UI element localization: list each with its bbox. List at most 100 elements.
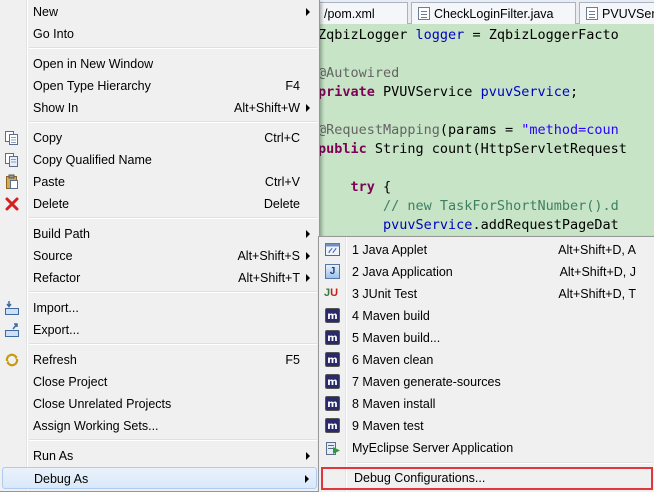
menu-item-shortcut: Ctrl+C [264, 131, 300, 145]
code-line: public String count(HttpServletRequest [318, 140, 627, 158]
menu-item-label: Refactor [33, 271, 81, 285]
tab-label: CheckLoginFilter.java [434, 6, 554, 21]
menu-item-copy[interactable]: Copy Ctrl+C [2, 127, 317, 149]
code-token: // new TaskForShortNumber().d [383, 198, 619, 214]
tab-label: /pom.xml [324, 6, 375, 21]
code-token: .addRequestPageDat [472, 217, 619, 233]
menu-item-shortcut: Alt+Shift+S [237, 249, 300, 263]
menu-item-shortcut: F5 [285, 353, 300, 367]
menu-item-label: 8 Maven install [352, 397, 436, 411]
code-editor[interactable]: ZqbizLogger logger = ZqbizLoggerFacto @Au… [318, 25, 654, 237]
menu-item-export[interactable]: Export... [2, 319, 317, 341]
menu-item-shortcut: Alt+Shift+D, T [558, 287, 636, 301]
code-token: "method=coun [521, 122, 619, 138]
maven-icon: m [325, 418, 340, 433]
menu-item-paste[interactable]: Paste Ctrl+V [2, 171, 317, 193]
menu-item-label: MyEclipse Server Application [352, 441, 514, 455]
java-file-icon [418, 7, 430, 20]
menu-item-import[interactable]: Import... [2, 297, 317, 319]
junit-icon-u: U [330, 287, 339, 299]
menu-item-refactor[interactable]: Refactor Alt+Shift+T [2, 267, 317, 289]
tab-check-login-filter[interactable]: CheckLoginFilter.java [411, 2, 576, 24]
submenu-item-maven-clean[interactable]: m 6 Maven clean [321, 349, 652, 371]
code-token: { [374, 179, 392, 195]
maven-icon: m [325, 396, 340, 411]
menu-item-run-as[interactable]: Run As [2, 445, 317, 467]
menu-item-label: Close Unrelated Projects [33, 397, 172, 411]
menu-item-label: 9 Maven test [352, 419, 424, 433]
menu-item-shortcut: Delete [263, 197, 300, 211]
submenu-item-maven-generate-sources[interactable]: m 7 Maven generate-sources [321, 371, 652, 393]
code-token: @RequestMapping [318, 122, 440, 138]
menu-separator [348, 462, 652, 464]
menu-item-close-project[interactable]: Close Project [2, 371, 317, 393]
menu-item-shortcut: Ctrl+V [264, 175, 300, 189]
menu-item-label: Debug As [34, 472, 89, 486]
code-line: // new TaskForShortNumber().d [318, 197, 619, 215]
submenu-item-maven-install[interactable]: m 8 Maven install [321, 393, 652, 415]
code-token: (params = [439, 122, 522, 138]
submenu-item-maven-test[interactable]: m 9 Maven test [321, 415, 652, 437]
menu-item-label: Build Path [33, 227, 90, 241]
menu-item-show-in[interactable]: Show In Alt+Shift+W [2, 97, 317, 119]
menu-item-build-path[interactable]: Build Path [2, 223, 317, 245]
maven-icon: m [325, 308, 340, 323]
import-icon [5, 301, 19, 315]
code-token: pvuvService [480, 84, 570, 100]
menu-item-label: 5 Maven build... [352, 331, 441, 345]
submenu-item-maven-build[interactable]: m 4 Maven build [321, 305, 652, 327]
menu-item-assign-working-sets[interactable]: Assign Working Sets... [2, 415, 317, 437]
submenu-arrow-icon [306, 452, 310, 460]
menu-item-new[interactable]: New [2, 1, 317, 23]
menu-item-label: Close Project [33, 375, 108, 389]
menu-item-shortcut: F4 [285, 79, 300, 93]
menu-item-debug-as[interactable]: Debug As [2, 467, 317, 489]
java-applet-icon [325, 243, 340, 256]
code-line: ZqbizLogger logger = ZqbizLoggerFacto [318, 26, 619, 44]
tab-pvuv-service[interactable]: PVUVSer [579, 2, 654, 24]
submenu-item-maven-build-dialog[interactable]: m 5 Maven build... [321, 327, 652, 349]
context-menu: New Go Into Open in New Window Open Type… [0, 0, 320, 492]
submenu-item-debug-configurations[interactable]: Debug Configurations... [321, 467, 653, 490]
menu-separator [29, 121, 317, 123]
menu-item-label: Show In [33, 101, 79, 115]
code-line: @Autowired [318, 64, 399, 82]
menu-item-open-type-hierarchy[interactable]: Open Type Hierarchy F4 [2, 75, 317, 97]
menu-item-label: Assign Working Sets... [33, 419, 159, 433]
menu-item-source[interactable]: Source Alt+Shift+S [2, 245, 317, 267]
submenu-item-myeclipse-server-application[interactable]: MyEclipse Server Application [321, 437, 652, 459]
server-application-icon [326, 442, 340, 455]
menu-item-go-into[interactable]: Go Into [2, 23, 317, 45]
menu-item-label: 3 JUnit Test [352, 287, 418, 301]
code-line: @RequestMapping(params = "method=coun [318, 121, 619, 139]
java-file-icon [586, 7, 598, 20]
submenu-item-java-applet[interactable]: 1 Java Applet Alt+Shift+D, A [321, 239, 652, 261]
menu-item-label: Export... [33, 323, 80, 337]
editor-tab-bar: /pom.xml CheckLoginFilter.java PVUVSer [318, 0, 654, 24]
maven-icon: m [325, 374, 340, 389]
menu-item-refresh[interactable]: Refresh F5 [2, 349, 317, 371]
submenu-arrow-icon [306, 252, 310, 260]
code-token: logger [415, 27, 465, 43]
menu-item-copy-qualified-name[interactable]: Copy Qualified Name [2, 149, 317, 171]
code-token: PVUVService [374, 84, 481, 100]
menu-item-shortcut: Alt+Shift+W [234, 101, 300, 115]
menu-item-label: 2 Java Application [352, 265, 453, 279]
code-line: private PVUVService pvuvService; [318, 83, 578, 101]
submenu-item-junit-test[interactable]: JU 3 JUnit Test Alt+Shift+D, T [321, 283, 652, 305]
menu-item-label: 4 Maven build [352, 309, 430, 323]
menu-item-delete[interactable]: Delete Delete [2, 193, 317, 215]
code-line: pvuvService.addRequestPageDat [318, 216, 619, 234]
tab-label: PVUVSer [602, 6, 654, 21]
menu-item-close-unrelated-projects[interactable]: Close Unrelated Projects [2, 393, 317, 415]
menu-item-open-in-new-window[interactable]: Open in New Window [2, 53, 317, 75]
menu-item-label: 7 Maven generate-sources [352, 375, 501, 389]
tab-pom-xml[interactable]: /pom.xml [318, 2, 408, 24]
export-icon [5, 323, 19, 337]
delete-icon [5, 197, 19, 211]
menu-item-shortcut: Alt+Shift+D, J [559, 265, 636, 279]
submenu-item-java-application[interactable]: J 2 Java Application Alt+Shift+D, J [321, 261, 652, 283]
